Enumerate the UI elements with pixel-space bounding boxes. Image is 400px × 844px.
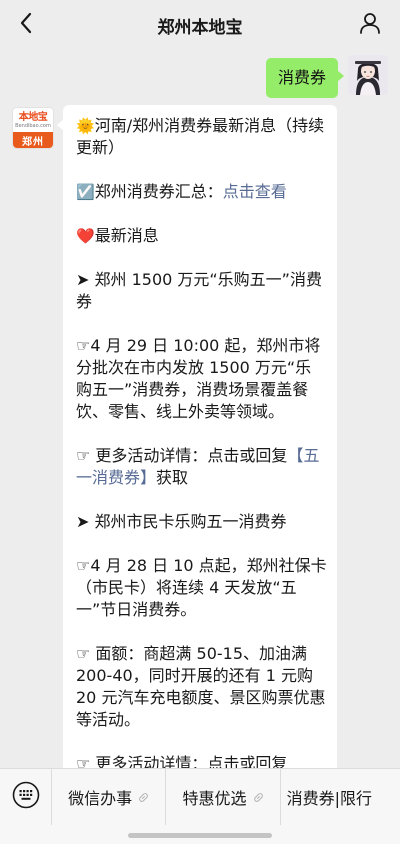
sun-icon: 🌞: [76, 117, 95, 135]
bottom-menu-bar: 微信办事 特惠优选 消费券|限行: [0, 768, 400, 844]
link-icon: [138, 792, 149, 803]
user-message-bubble[interactable]: 消费券: [265, 58, 345, 98]
item1-more: ☞ 更多活动详情：点击或回复【五一消费券】获取: [76, 445, 327, 489]
item2-amount: ☞ 面额：商超满 50-15、加油满 200-40，同时开展的还有 1 元购 2…: [76, 644, 326, 729]
profile-button[interactable]: [354, 9, 386, 41]
check-box-icon: ☑️: [76, 183, 95, 201]
news-heading: ❤️最新消息: [76, 225, 327, 247]
home-indicator[interactable]: [128, 833, 272, 838]
news-label: 最新消息: [94, 226, 159, 245]
logo-url: Bendibao.com: [15, 122, 51, 129]
bot-avatar[interactable]: 本地宝 Bendibao.com 郑州: [12, 107, 54, 149]
back-button[interactable]: [10, 9, 42, 41]
item2-more: ☞ 更多活动详情：点击或回复: [76, 754, 288, 768]
menu-item-label: 微信办事: [68, 789, 133, 808]
keyboard-toggle-button[interactable]: [0, 769, 52, 825]
item1-heading: ➤ 郑州 1500 万元“乐购五一”消费券: [76, 270, 322, 311]
menu-item-special-deals[interactable]: 特惠优选: [166, 769, 281, 825]
menu-item-label: 消费券|限行: [286, 789, 373, 808]
summary-line: ☑️郑州消费券汇总：点击查看: [76, 181, 327, 203]
logo-name: 本地宝: [18, 111, 48, 123]
chevron-left-icon: [19, 12, 33, 38]
page-title: 郑州本地宝: [157, 17, 243, 38]
menu-item-label: 特惠优选: [182, 789, 247, 808]
menu-item-wechat-services[interactable]: 微信办事: [52, 769, 167, 825]
reply-title: 🌞河南/郑州消费券最新消息（持续更新）: [76, 115, 327, 159]
item1-body: ☞4 月 29 日 10:00 起，郑州市将分批次在市内发放 1500 万元“乐…: [76, 336, 321, 421]
user-message-row: 消费券: [265, 55, 388, 98]
reply-title-text: 河南/郑州消费券最新消息（持续更新）: [76, 116, 325, 157]
logo-city: 郑州: [13, 132, 53, 148]
link-icon: [253, 792, 264, 803]
menu-item-coupons-restrictions[interactable]: 消费券|限行: [281, 769, 400, 825]
item1-more-prefix: ☞ 更多活动详情：点击或回复: [76, 446, 288, 465]
user-avatar[interactable]: [348, 55, 388, 95]
view-summary-link[interactable]: 点击查看: [223, 182, 287, 201]
keyboard-icon: [12, 781, 40, 813]
person-icon: [358, 11, 382, 39]
top-bar: 郑州本地宝: [0, 0, 400, 50]
bot-message-bubble[interactable]: 🌞河南/郑州消费券最新消息（持续更新） ☑️郑州消费券汇总：点击查看 ❤️最新消…: [57, 105, 337, 768]
menu-row: 微信办事 特惠优选 消费券|限行: [0, 769, 400, 825]
item1-more-suffix: 获取: [156, 468, 189, 487]
item2-body: ☞4 月 28 日 10 点起，郑州社保卡（市民卡）将连续 4 天发放“五一”节…: [76, 556, 327, 619]
brand-logo: 本地宝 Bendibao.com: [13, 108, 53, 132]
chat-area[interactable]: 消费券 本地宝 Bendibao.com 郑州 🌞河南/郑州消费券最新消息（持续…: [0, 50, 400, 768]
summary-label: 郑州消费券汇总：: [94, 182, 223, 201]
heart-icon: ❤️: [76, 227, 95, 245]
item2-heading: ➤ 郑州市民卡乐购五一消费券: [76, 512, 287, 531]
